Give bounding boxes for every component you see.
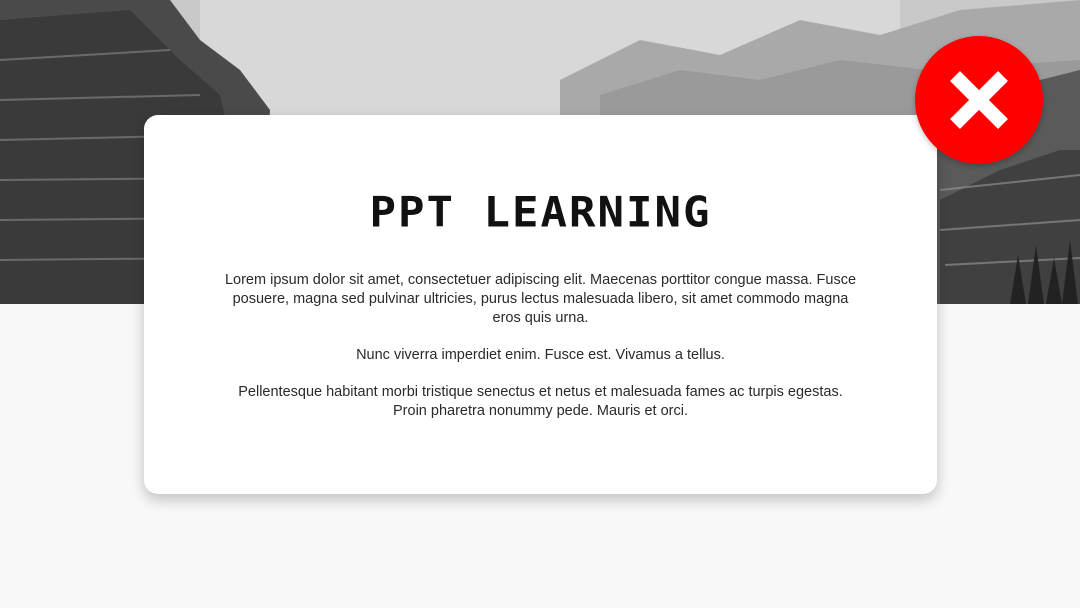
content-card: PPT LEARNING Lorem ipsum dolor sit amet,… [144,115,937,494]
slide-body: Lorem ipsum dolor sit amet, consectetuer… [222,271,859,439]
paragraph-1: Lorem ipsum dolor sit amet, consectetuer… [224,272,857,326]
close-button[interactable] [915,36,1043,164]
close-icon [950,71,1008,129]
slide-title: PPT LEARNING [369,188,712,237]
paragraph-2: Nunc viverra imperdiet enim. Fusce est. … [356,347,725,363]
paragraph-3: Pellentesque habitant morbi tristique se… [238,384,843,419]
